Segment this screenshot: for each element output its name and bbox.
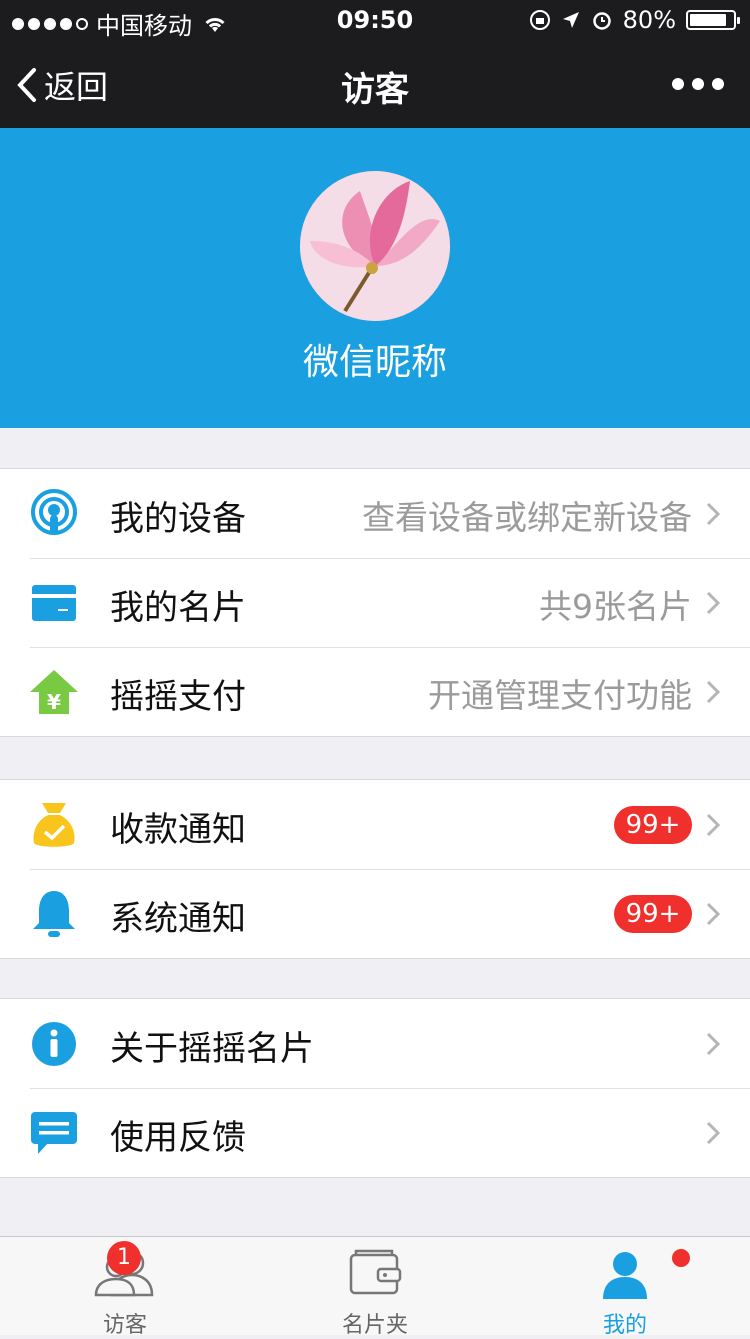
tab-label: 名片夹: [341, 1313, 408, 1338]
item-label: 摇摇支付: [110, 677, 246, 717]
cardholder-icon: [349, 1249, 402, 1295]
item-label: 我的设备: [110, 499, 246, 539]
item-label: 收款通知: [110, 810, 246, 850]
tab-label: 我的: [602, 1313, 647, 1338]
chevron-right-icon: [706, 502, 720, 526]
settings-group-2: 收款通知 99+ 系统通知 99+: [0, 779, 750, 959]
alarm-icon: [592, 12, 611, 30]
settings-group-1: 我的设备 查看设备或绑定新设备 我的名片 共9张名片 ¥ 摇摇支付 开通管理支付…: [0, 468, 750, 737]
svg-text:¥: ¥: [47, 690, 61, 714]
payment-icon: ¥: [28, 666, 80, 718]
battery-percent: 80%: [622, 6, 676, 34]
list-item-my-cards[interactable]: 我的名片 共9张名片: [0, 558, 750, 647]
nickname: 微信昵称: [302, 342, 447, 383]
item-label: 使用反馈: [110, 1118, 246, 1158]
tab-visitors[interactable]: 1 访客: [0, 1237, 250, 1338]
flower-image: [300, 171, 450, 321]
unread-dot: [672, 1249, 690, 1267]
list-item-shake-pay[interactable]: ¥ 摇摇支付 开通管理支付功能: [0, 647, 750, 736]
list-item-about[interactable]: 关于摇摇名片: [0, 999, 750, 1088]
more-button[interactable]: [672, 78, 724, 90]
chevron-right-icon: [706, 813, 720, 837]
list-item-payment-notice[interactable]: 收款通知 99+: [0, 780, 750, 869]
item-value: 开通管理支付功能: [428, 676, 692, 715]
tab-bar: 1 访客 名片夹 我的: [0, 1236, 750, 1338]
chevron-right-icon: [706, 1121, 720, 1145]
item-value: 查看设备或绑定新设备: [362, 498, 692, 537]
money-bag-icon: [28, 799, 80, 851]
page-title: 访客: [341, 70, 409, 110]
feedback-icon: [28, 1107, 80, 1159]
tab-cardholder[interactable]: 名片夹: [250, 1237, 500, 1338]
battery-icon: [686, 10, 740, 30]
location-icon: [562, 12, 579, 28]
bell-icon: [28, 888, 80, 940]
device-icon: [28, 488, 80, 540]
profile-header: 微信昵称: [0, 128, 750, 428]
chevron-right-icon: [706, 591, 720, 615]
item-label: 系统通知: [110, 899, 246, 939]
item-label: 关于摇摇名片: [110, 1029, 314, 1069]
tab-badge: 1: [107, 1241, 141, 1275]
item-label: 我的名片: [110, 588, 246, 628]
chevron-right-icon: [706, 680, 720, 704]
list-item-my-devices[interactable]: 我的设备 查看设备或绑定新设备: [0, 469, 750, 558]
list-item-feedback[interactable]: 使用反馈: [0, 1088, 750, 1177]
chevron-right-icon: [706, 1032, 720, 1056]
orientation-lock-icon: [529, 10, 550, 30]
notification-badge: 99+: [614, 806, 692, 844]
navigation-bar: 返回 访客: [0, 40, 750, 128]
avatar[interactable]: [300, 171, 450, 321]
settings-group-3: 关于摇摇名片 使用反馈: [0, 998, 750, 1178]
card-icon: [28, 577, 80, 629]
list-item-system-notice[interactable]: 系统通知 99+: [0, 869, 750, 958]
info-icon: [28, 1018, 80, 1070]
chevron-right-icon: [706, 902, 720, 926]
status-right: 80%: [529, 6, 740, 34]
tab-me[interactable]: 我的: [500, 1237, 750, 1338]
status-bar: 中国移动 09:50 80%: [0, 0, 750, 40]
item-value: 共9张名片: [539, 587, 692, 626]
notification-badge: 99+: [614, 895, 692, 933]
tab-label: 访客: [102, 1313, 147, 1338]
me-icon: [603, 1252, 647, 1299]
